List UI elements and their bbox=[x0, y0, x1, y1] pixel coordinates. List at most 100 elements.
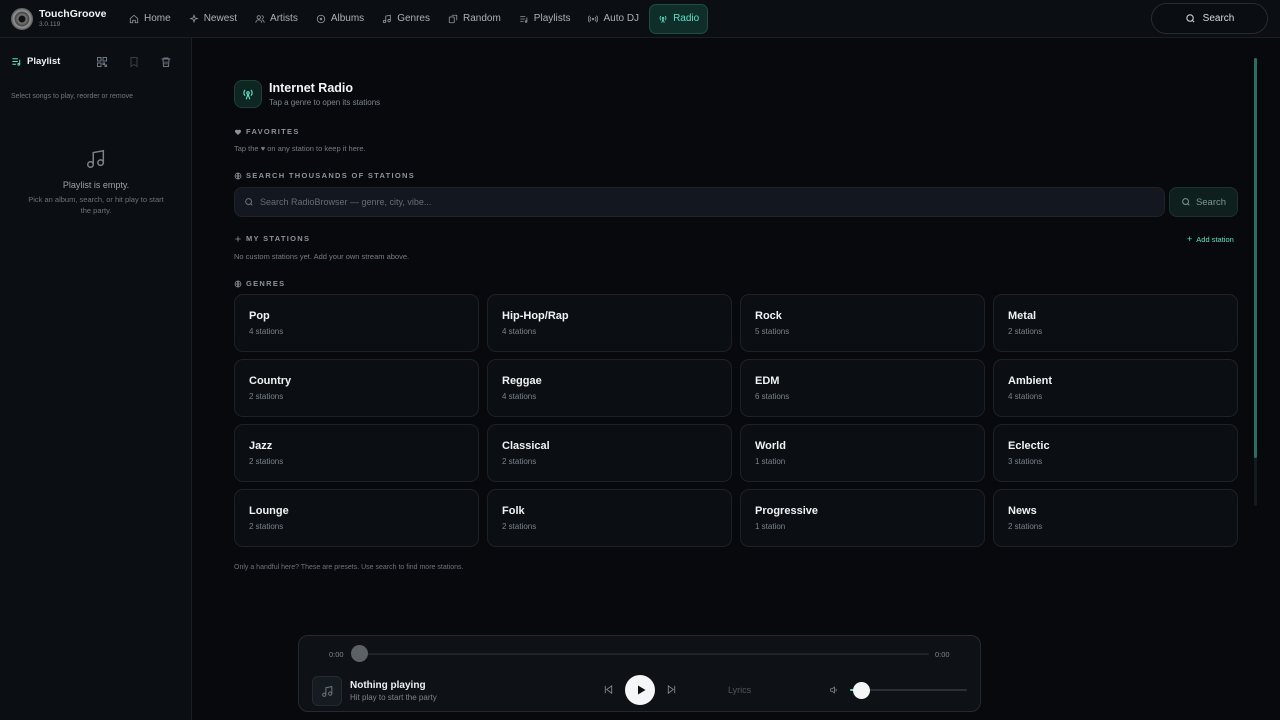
nav-albums[interactable]: Albums bbox=[308, 4, 372, 34]
heart-glyph: ♥ bbox=[260, 144, 266, 153]
add-station-button[interactable]: + Add station bbox=[1187, 234, 1234, 244]
genre-count: 2 stations bbox=[502, 522, 537, 531]
playlist-hint: Select songs to play, reorder or remove bbox=[11, 93, 134, 100]
qr-code-icon[interactable] bbox=[96, 56, 108, 68]
heart-icon bbox=[234, 128, 242, 136]
page-title: Internet Radio bbox=[269, 81, 354, 95]
nav-artists[interactable]: Artists bbox=[247, 4, 306, 34]
genre-name: Rock bbox=[755, 310, 782, 322]
vinyl-logo-icon bbox=[11, 7, 33, 30]
playlist-title: Playlist bbox=[27, 56, 61, 67]
genre-card[interactable]: Folk 2 stations bbox=[487, 489, 732, 547]
nav-label: Artists bbox=[270, 13, 298, 24]
music-note-icon bbox=[85, 148, 107, 170]
nav-auto-dj[interactable]: Auto DJ bbox=[580, 4, 647, 34]
genre-name: Hip-Hop/Rap bbox=[502, 310, 569, 322]
music-note-icon bbox=[382, 14, 392, 24]
nav-home[interactable]: Home bbox=[121, 4, 179, 34]
genre-card[interactable]: World 1 station bbox=[740, 424, 985, 482]
list-music-icon bbox=[11, 56, 22, 67]
search-section-label: SEARCH THOUSANDS OF STATIONS bbox=[234, 171, 415, 180]
genre-count: 2 stations bbox=[1008, 327, 1043, 336]
scrollbar-thumb[interactable] bbox=[1254, 58, 1257, 458]
progress-track[interactable] bbox=[359, 653, 929, 655]
genre-count: 3 stations bbox=[1008, 457, 1043, 466]
genre-count: 2 stations bbox=[249, 522, 284, 531]
play-button[interactable] bbox=[625, 675, 655, 705]
trash-icon[interactable] bbox=[160, 56, 172, 68]
genre-card[interactable]: Metal 2 stations bbox=[993, 294, 1238, 352]
favorites-hint: Tap the ♥ on any station to keep it here… bbox=[234, 144, 366, 153]
progress-knob[interactable] bbox=[350, 645, 368, 662]
playlist-empty-title: Playlist is empty. bbox=[62, 180, 130, 190]
broadcast-icon bbox=[588, 14, 599, 24]
skip-back-icon[interactable] bbox=[603, 684, 614, 695]
nav-newest[interactable]: Newest bbox=[181, 4, 245, 34]
radio-badge bbox=[234, 80, 262, 108]
nav-random[interactable]: Random bbox=[440, 4, 509, 34]
station-search-input[interactable] bbox=[260, 197, 1140, 207]
genre-card[interactable]: Progressive 1 station bbox=[740, 489, 985, 547]
genre-count: 2 stations bbox=[1008, 522, 1043, 531]
genre-card[interactable]: Classical 2 stations bbox=[487, 424, 732, 482]
play-icon bbox=[635, 684, 647, 696]
genre-name: EDM bbox=[755, 375, 780, 387]
lyrics-button[interactable]: Lyrics bbox=[728, 685, 751, 695]
volume-knob[interactable] bbox=[853, 682, 871, 699]
genre-card[interactable]: Lounge 2 stations bbox=[234, 489, 479, 547]
genre-card[interactable]: Country 2 stations bbox=[234, 359, 479, 417]
genre-count: 6 stations bbox=[755, 392, 790, 401]
nav-genres[interactable]: Genres bbox=[374, 4, 438, 34]
genre-card[interactable]: EDM 6 stations bbox=[740, 359, 985, 417]
my-stations-empty: No custom stations yet. Add your own str… bbox=[234, 252, 410, 261]
globe-icon bbox=[234, 172, 242, 180]
now-playing-subtitle: Hit play to start the party bbox=[350, 693, 437, 702]
genre-name: Eclectic bbox=[1008, 440, 1050, 452]
skip-forward-icon[interactable] bbox=[666, 684, 677, 695]
genre-name: Lounge bbox=[249, 505, 289, 517]
app-name: TouchGroove bbox=[39, 8, 107, 20]
genre-count: 4 stations bbox=[502, 327, 537, 336]
nav-radio[interactable]: Radio bbox=[649, 3, 709, 34]
volume-icon[interactable] bbox=[829, 685, 839, 695]
brand[interactable]: TouchGroove 3.0.119 bbox=[11, 7, 121, 30]
genre-name: Folk bbox=[502, 505, 525, 517]
nav-playlists[interactable]: Playlists bbox=[511, 4, 579, 34]
genre-name: World bbox=[755, 440, 786, 452]
genres-section-label: GENRES bbox=[234, 279, 285, 288]
favorites-section-label: FAVORITES bbox=[234, 127, 300, 136]
users-icon bbox=[255, 14, 265, 24]
nav-label: Radio bbox=[673, 13, 700, 24]
player-bar: 0:00 0:00 Nothing playing Hit play to st… bbox=[298, 635, 981, 712]
genre-card[interactable]: Ambient 4 stations bbox=[993, 359, 1238, 417]
search-icon bbox=[1181, 197, 1191, 207]
station-search-button-label: Search bbox=[1195, 196, 1227, 208]
genre-card[interactable]: Reggae 4 stations bbox=[487, 359, 732, 417]
genre-card[interactable]: Jazz 2 stations bbox=[234, 424, 479, 482]
genre-card[interactable]: Rock 5 stations bbox=[740, 294, 985, 352]
genre-name: Progressive bbox=[755, 505, 818, 517]
genre-count: 1 station bbox=[755, 522, 786, 531]
genre-card[interactable]: Eclectic 3 stations bbox=[993, 424, 1238, 482]
genre-grid: Pop 4 stations Hip-Hop/Rap 4 stations Rock… bbox=[234, 294, 1238, 547]
top-bar: TouchGroove 3.0.119 Home Newest Artists … bbox=[0, 0, 1280, 38]
disc-icon bbox=[316, 14, 326, 24]
genre-card[interactable]: Pop 4 stations bbox=[234, 294, 479, 352]
shuffle-icon bbox=[448, 14, 458, 24]
genres-label: GENRES bbox=[246, 279, 286, 288]
genre-card[interactable]: News 2 stations bbox=[993, 489, 1238, 547]
genre-name: Jazz bbox=[249, 440, 273, 452]
genre-count: 1 station bbox=[755, 457, 786, 466]
page-subtitle: Tap a genre to open its stations bbox=[269, 98, 381, 107]
sparkle-icon bbox=[189, 13, 199, 24]
genre-name: Pop bbox=[249, 310, 270, 322]
search-icon bbox=[1185, 13, 1196, 24]
save-playlist-icon[interactable] bbox=[128, 56, 140, 68]
add-station-label: Add station bbox=[1196, 234, 1234, 244]
presets-note: Only a handful here? These are presets. … bbox=[234, 564, 464, 571]
search-icon bbox=[244, 197, 254, 207]
station-search-button[interactable]: Search bbox=[1169, 187, 1238, 217]
station-search-box[interactable] bbox=[234, 187, 1165, 217]
global-search-button[interactable]: Search bbox=[1151, 3, 1268, 34]
genre-card[interactable]: Hip-Hop/Rap 4 stations bbox=[487, 294, 732, 352]
